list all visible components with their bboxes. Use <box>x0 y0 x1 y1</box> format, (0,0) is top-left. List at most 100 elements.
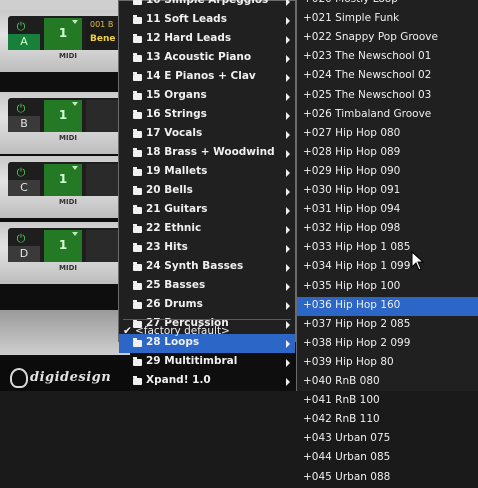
category-menu-item[interactable]: 16 Strings <box>119 106 295 125</box>
submenu-arrow-icon <box>286 0 290 6</box>
loop-preset-item[interactable]: +038 Hip Hop 2 099 <box>297 335 478 354</box>
category-menu-item[interactable]: 20 Bells <box>119 182 295 201</box>
folder-icon <box>133 72 142 81</box>
loop-preset-item[interactable]: +022 Snappy Pop Groove <box>297 29 478 48</box>
loop-preset-item[interactable]: +040 RnB 080 <box>297 373 478 392</box>
category-label: 29 Multitimbral <box>146 355 238 367</box>
category-menu-item[interactable]: 12 Hard Leads <box>119 30 295 49</box>
loop-preset-label: +020 Mostly Loop <box>303 0 398 5</box>
category-menu-item[interactable]: 24 Synth Basses <box>119 258 295 277</box>
loop-preset-label: +033 Hip Hop 1 085 <box>303 241 411 253</box>
category-label: 26 Drums <box>146 298 203 310</box>
loop-preset-item[interactable]: +042 RnB 110 <box>297 411 478 430</box>
loop-preset-label: +044 Urban 085 <box>303 451 391 463</box>
midi-label: MIDI <box>59 52 77 60</box>
dropdown-triangle-icon <box>72 166 78 170</box>
midi-label: MIDI <box>59 198 77 206</box>
slot-d: ⏻ D 1 MIDI <box>0 222 130 284</box>
loop-preset-item[interactable]: +020 Mostly Loop <box>297 0 478 10</box>
loop-preset-item[interactable]: +041 RnB 100 <box>297 392 478 411</box>
loop-preset-item[interactable]: +039 Hip Hop 80 <box>297 354 478 373</box>
loop-preset-label: +025 The Newschool 03 <box>303 89 432 101</box>
folder-icon <box>133 262 142 271</box>
loop-preset-item[interactable]: +025 The Newschool 03 <box>297 87 478 106</box>
loop-preset-label: +026 Timbaland Groove <box>303 108 432 120</box>
loop-preset-item[interactable]: +045 Urban 088 <box>297 469 478 488</box>
submenu-arrow-icon <box>286 245 290 253</box>
category-menu-item[interactable]: 11 Soft Leads <box>119 11 295 30</box>
category-menu-item[interactable]: 10 Simple Arpeggios <box>119 0 295 11</box>
midi-label: MIDI <box>59 264 77 272</box>
loop-preset-label: +043 Urban 075 <box>303 432 391 444</box>
slot-letter[interactable]: D <box>8 246 40 262</box>
category-label: 10 Simple Arpeggios <box>146 0 269 6</box>
loop-preset-item[interactable]: +028 Hip Hop 089 <box>297 144 478 163</box>
midi-label: MIDI <box>59 134 77 142</box>
dropdown-triangle-icon <box>72 232 78 236</box>
folder-icon <box>133 300 142 309</box>
loop-preset-label: +045 Urban 088 <box>303 471 391 483</box>
folder-icon <box>133 34 142 43</box>
category-menu-item[interactable]: Xpand! 1.0 <box>119 372 295 391</box>
loop-preset-label: +022 Snappy Pop Groove <box>303 31 438 43</box>
loop-preset-item[interactable]: +032 Hip Hop 098 <box>297 220 478 239</box>
loop-preset-label: +023 The Newschool 01 <box>303 50 432 62</box>
mouse-cursor-icon <box>411 251 425 271</box>
folder-icon <box>133 186 142 195</box>
slot-letter[interactable]: B <box>8 116 40 132</box>
loop-preset-item[interactable]: +030 Hip Hop 091 <box>297 182 478 201</box>
factory-default-item[interactable]: ✔ <factory default> <box>119 323 295 341</box>
loop-preset-item[interactable]: +036 Hip Hop 160 <box>297 297 478 316</box>
slot-letter[interactable]: C <box>8 180 40 196</box>
category-menu-item[interactable]: 25 Basses <box>119 277 295 296</box>
loop-preset-item[interactable]: +021 Simple Funk <box>297 10 478 29</box>
submenu-arrow-icon <box>286 36 290 44</box>
loop-preset-item[interactable]: +033 Hip Hop 1 085 <box>297 239 478 258</box>
category-menu-item[interactable]: 17 Vocals <box>119 125 295 144</box>
power-icon[interactable]: ⏻ <box>12 166 30 180</box>
loop-preset-item[interactable]: +029 Hip Hop 090 <box>297 163 478 182</box>
loop-preset-item[interactable]: +044 Urban 085 <box>297 449 478 468</box>
submenu-arrow-icon <box>286 112 290 120</box>
midi-channel-selector[interactable]: 1 <box>44 164 82 196</box>
midi-channel-selector[interactable]: 1 <box>44 230 82 262</box>
submenu-arrow-icon <box>286 302 290 310</box>
category-menu-item[interactable]: 15 Organs <box>119 87 295 106</box>
loop-preset-item[interactable]: +035 Hip Hop 100 <box>297 278 478 297</box>
loop-preset-item[interactable]: +037 Hip Hop 2 085 <box>297 316 478 335</box>
slot-letter[interactable]: A <box>8 34 40 50</box>
digidesign-logo-text: digidesign <box>30 370 112 385</box>
category-menu-item[interactable]: 19 Mallets <box>119 163 295 182</box>
loop-preset-item[interactable]: +031 Hip Hop 094 <box>297 201 478 220</box>
loop-preset-item[interactable]: +027 Hip Hop 080 <box>297 125 478 144</box>
submenu-arrow-icon <box>286 283 290 291</box>
category-menu-item[interactable]: 21 Guitars <box>119 201 295 220</box>
folder-icon <box>133 167 142 176</box>
loop-preset-item[interactable]: +024 The Newschool 02 <box>297 67 478 86</box>
power-icon[interactable]: ⏻ <box>12 20 30 34</box>
category-menu-item[interactable]: 29 Multitimbral <box>119 353 295 372</box>
loop-preset-label: +028 Hip Hop 089 <box>303 146 401 158</box>
loop-preset-item[interactable]: +034 Hip Hop 1 099 <box>297 258 478 277</box>
midi-channel-selector[interactable]: 1 <box>44 18 82 50</box>
category-label: 21 Guitars <box>146 203 208 215</box>
loop-preset-item[interactable]: +023 The Newschool 01 <box>297 48 478 67</box>
loop-preset-item[interactable]: +043 Urban 075 <box>297 430 478 449</box>
folder-icon <box>133 91 142 100</box>
loop-preset-item[interactable]: +026 Timbaland Groove <box>297 106 478 125</box>
category-menu-item[interactable]: 22 Ethnic <box>119 220 295 239</box>
category-menu-item[interactable]: 13 Acoustic Piano <box>119 49 295 68</box>
preset-number: 001 B <box>90 20 114 29</box>
folder-icon <box>133 376 142 385</box>
loop-preset-label: +042 RnB 110 <box>303 413 380 425</box>
category-menu-item[interactable]: 23 Hits <box>119 239 295 258</box>
category-label: 15 Organs <box>146 89 207 101</box>
power-icon[interactable]: ⏻ <box>12 102 30 116</box>
midi-channel-selector[interactable]: 1 <box>44 100 82 132</box>
category-menu-item[interactable]: 14 E Pianos + Clav <box>119 68 295 87</box>
loop-preset-label: +039 Hip Hop 80 <box>303 356 394 368</box>
power-icon[interactable]: ⏻ <box>12 232 30 246</box>
category-label: 13 Acoustic Piano <box>146 51 252 63</box>
category-menu-item[interactable]: 26 Drums <box>119 296 295 315</box>
category-menu-item[interactable]: 18 Brass + Woodwind <box>119 144 295 163</box>
